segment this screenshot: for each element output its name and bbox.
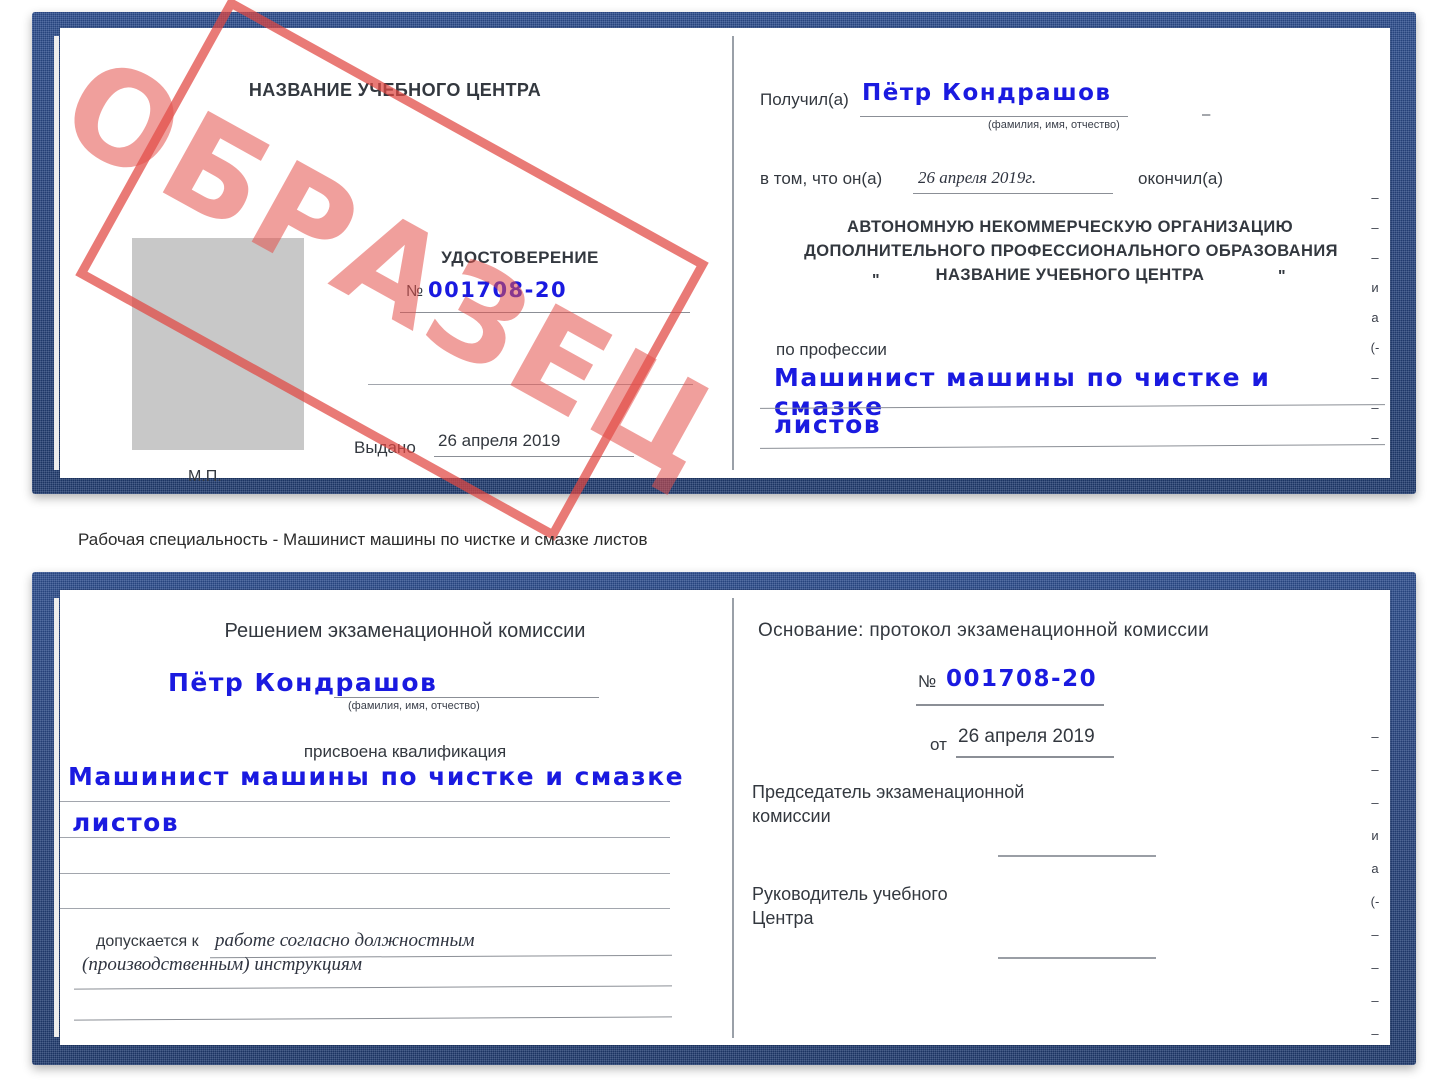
head-signature-rule (998, 957, 1156, 959)
facing-fragment: и (1371, 828, 1379, 843)
basis-label: Основание: протокол экзаменационной коми… (758, 620, 1210, 641)
received-value: Пётр Кондрашов (862, 80, 1112, 106)
book-spine (732, 598, 734, 1038)
photo-placeholder (132, 238, 304, 450)
admitted-rule-3 (74, 1016, 672, 1021)
facing-fragment: – (1371, 795, 1379, 810)
protocol-number-value: 001708-20 (946, 666, 1098, 692)
org-line-1: АВТОНОМНУЮ НЕКОММЕРЧЕСКУЮ ОРГАНИЗАЦИЮ (847, 218, 1293, 236)
facing-fragment: – (1371, 370, 1379, 385)
certificate-book-bottom: Решением экзаменационной комиссии Пётр К… (32, 572, 1416, 1065)
stamp-label: М.П. (188, 468, 222, 485)
certificate-top-spread: НАЗВАНИЕ УЧЕБНОГО ЦЕНТРА УДОСТОВЕРЕНИЕ №… (54, 28, 1390, 485)
protocol-number-rule (916, 704, 1104, 706)
blank-rule-1 (368, 384, 693, 385)
org-line-2: ДОПОЛНИТЕЛЬНОГО ПРОФЕССИОНАЛЬНОГО ОБРАЗО… (804, 242, 1338, 260)
certificate-bottom-spread: Решением экзаменационной комиссии Пётр К… (54, 590, 1390, 1045)
chairman-line-1: Председатель экзаменационной (752, 782, 1025, 802)
org-title: НАЗВАНИЕ УЧЕБНОГО ЦЕНТРА (248, 80, 542, 100)
fio-hint: (фамилия, имя, отчество) (988, 119, 1120, 131)
facing-fragment: – (1371, 190, 1379, 205)
facing-fragment: а (1371, 861, 1379, 876)
decision-title: Решением экзаменационной комиссии (224, 620, 586, 642)
issued-label: Выдано (354, 438, 416, 457)
facing-fragment: и (1371, 280, 1379, 295)
facing-page-fragments: – – – и а (- – – – – (1362, 720, 1388, 1050)
name-value: Пётр Кондрашов (168, 668, 438, 697)
protocol-date-rule (956, 756, 1114, 758)
admitted-value-line-2: (производственным) инструкциям (82, 954, 362, 975)
received-rule (860, 116, 1128, 117)
fio-hint: (фамилия, имя, отчество) (348, 700, 480, 712)
admitted-label: допускается к (96, 933, 199, 950)
doc-type-title: УДОСТОВЕРЕНИЕ (441, 248, 599, 267)
facing-fragment: – (1371, 960, 1379, 975)
name-rule (334, 697, 599, 698)
org-line-3: НАЗВАНИЕ УЧЕБНОГО ЦЕНТРА (935, 266, 1205, 284)
page-edge-leaf (54, 598, 59, 1037)
facing-fragment: – (1371, 1026, 1379, 1041)
qualification-line-2: листов (72, 808, 180, 837)
chairman-line-2: комиссии (752, 806, 831, 826)
admitted-value-line-1: работе согласно должностным (215, 930, 475, 951)
admitted-rule-2 (74, 985, 672, 990)
qualification-rule-4 (60, 908, 670, 909)
certificate-book-top: НАЗВАНИЕ УЧЕБНОГО ЦЕНТРА УДОСТОВЕРЕНИЕ №… (32, 12, 1416, 494)
facing-fragment: а (1371, 310, 1379, 325)
finished-label: окончил(а) (1138, 169, 1223, 188)
facing-fragment: – (1371, 220, 1379, 235)
org-quote-close: " (1278, 268, 1286, 285)
profession-value-line-2: листов (774, 410, 882, 439)
qualification-rule-1 (60, 801, 670, 802)
facing-fragment: – (1371, 762, 1379, 777)
number-rule (400, 312, 690, 313)
number-label: № (406, 283, 424, 300)
in-that-value: 26 апреля 2019г. (918, 168, 1037, 187)
qualification-rule-2 (60, 837, 670, 838)
profession-label: по профессии (776, 340, 887, 359)
profession-rule-2 (760, 444, 1385, 449)
issued-value: 26 апреля 2019 (438, 431, 561, 450)
qualification-line-1: Машинист машины по чистке и смазке (68, 762, 685, 791)
head-line-1: Руководитель учебного (752, 884, 948, 904)
facing-fragment: – (1371, 993, 1379, 1008)
head-line-2: Центра (752, 908, 814, 928)
facing-fragment: – (1371, 400, 1379, 415)
in-that-label: в том, что он(а) (760, 169, 883, 188)
number-value: 001708-20 (428, 278, 568, 302)
book-spine (732, 36, 734, 470)
protocol-date-value: 26 апреля 2019 (958, 726, 1095, 747)
received-label: Получил(а) (760, 90, 849, 109)
facing-fragment: – (1371, 927, 1379, 942)
page-edge-leaf (54, 36, 59, 470)
facing-fragment: – (1371, 729, 1379, 744)
qualification-label: присвоена квалификация (303, 742, 507, 761)
facing-page-fragments: – – – и а (- – – – (1362, 183, 1388, 483)
qualification-rule-3 (60, 873, 670, 874)
facing-fragment: (- (1370, 340, 1380, 355)
chairman-signature-rule (998, 855, 1156, 857)
protocol-number-label: № (918, 672, 937, 691)
in-that-rule (913, 193, 1113, 194)
protocol-date-label: от (930, 735, 947, 754)
issued-rule (434, 456, 634, 457)
facing-fragment: – (1371, 250, 1379, 265)
facing-fragment: – (1371, 430, 1379, 445)
facing-fragment: (- (1370, 894, 1380, 909)
page-caption: Рабочая специальность - Машинист машины … (78, 530, 648, 549)
edge-dash: – (1202, 106, 1211, 123)
